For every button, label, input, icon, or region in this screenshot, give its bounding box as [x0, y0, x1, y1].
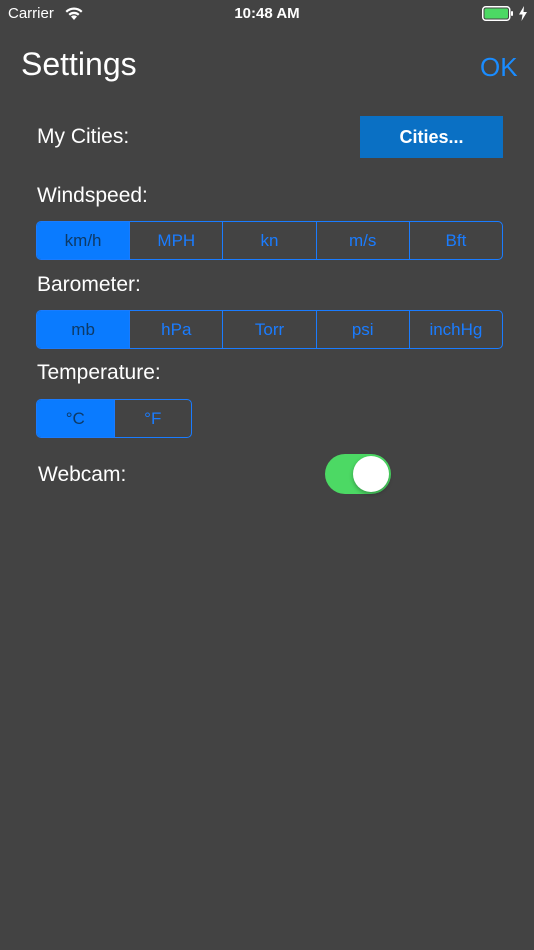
windspeed-option-bft[interactable]: Bft	[408, 222, 502, 259]
temperature-segmented-control: °C °F	[36, 399, 192, 438]
barometer-option-psi[interactable]: psi	[315, 311, 409, 348]
windspeed-option-kn[interactable]: kn	[222, 222, 315, 259]
cities-button[interactable]: Cities...	[360, 116, 503, 158]
charging-bolt-icon	[519, 6, 527, 21]
page-title: Settings	[21, 46, 137, 82]
temperature-option-fahrenheit[interactable]: °F	[113, 400, 192, 437]
barometer-segmented-control: mb hPa Torr psi inchHg	[36, 310, 503, 349]
barometer-option-torr[interactable]: Torr	[222, 311, 315, 348]
windspeed-segmented-control: km/h MPH kn m/s Bft	[36, 221, 503, 260]
temperature-label: Temperature:	[37, 361, 161, 384]
windspeed-option-ms[interactable]: m/s	[315, 222, 409, 259]
my-cities-label: My Cities:	[37, 125, 130, 148]
battery-icon	[482, 6, 513, 21]
barometer-option-mb[interactable]: mb	[37, 311, 130, 348]
windspeed-option-kmh[interactable]: km/h	[37, 222, 130, 259]
temperature-option-celsius[interactable]: °C	[37, 400, 114, 437]
webcam-toggle[interactable]	[325, 454, 391, 494]
ok-button[interactable]: OK	[480, 52, 518, 83]
windspeed-label: Windspeed:	[37, 184, 148, 207]
status-time: 10:48 AM	[234, 5, 300, 22]
barometer-label: Barometer:	[37, 273, 141, 296]
barometer-option-hpa[interactable]: hPa	[129, 311, 222, 348]
windspeed-option-mph[interactable]: MPH	[129, 222, 222, 259]
webcam-label: Webcam:	[38, 463, 127, 486]
barometer-option-inchhg[interactable]: inchHg	[408, 311, 502, 348]
status-bar: Carrier 10:48 AM	[0, 0, 534, 28]
toggle-knob	[353, 456, 389, 492]
settings-screen: Carrier 10:48 AM Settings OK My Cities: …	[0, 0, 534, 950]
